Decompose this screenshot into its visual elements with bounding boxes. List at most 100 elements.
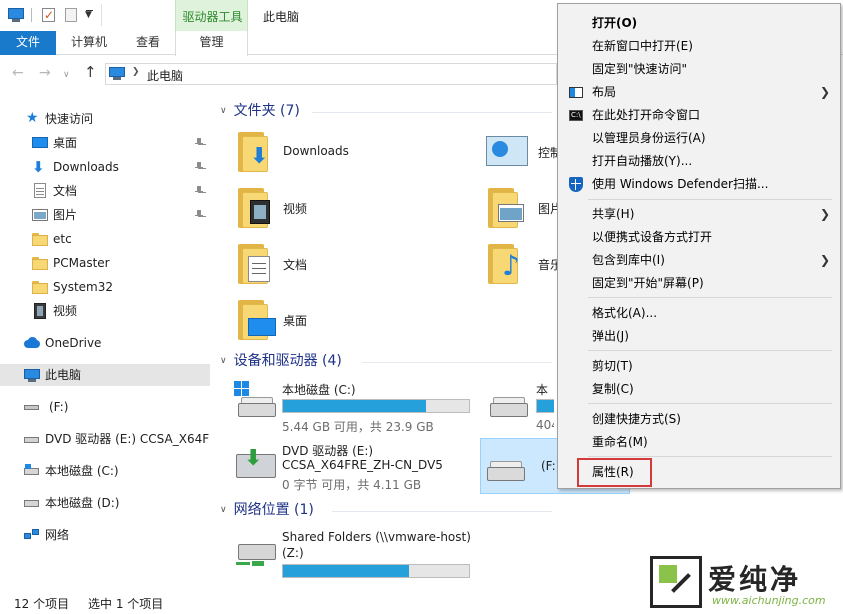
menu-open-portable-device[interactable]: 以便携式设备方式打开 bbox=[560, 226, 838, 249]
drive-label: (Z:) bbox=[282, 546, 304, 560]
folder-name: 视频 bbox=[283, 202, 308, 216]
folder-tile-videos[interactable]: 视频 bbox=[236, 182, 436, 236]
menu-open-autoplay[interactable]: 打开自动播放(Y)... bbox=[560, 150, 838, 173]
picture-icon bbox=[32, 207, 48, 223]
address-bar[interactable]: ❯ 此电脑 bbox=[105, 63, 557, 85]
breadcrumb-chevron-icon[interactable]: ❯ bbox=[132, 67, 140, 77]
menu-create-shortcut[interactable]: 创建快捷方式(S) bbox=[560, 408, 838, 431]
pin-icon[interactable] bbox=[194, 162, 204, 172]
drive-usage-bar bbox=[536, 399, 554, 413]
tab-manage[interactable]: 管理 bbox=[175, 31, 248, 56]
star-icon: ★ bbox=[26, 110, 39, 126]
nav-label: 本地磁盘 (D:) bbox=[45, 496, 120, 510]
tab-computer[interactable]: 计算机 bbox=[57, 31, 121, 55]
command-prompt-icon: C:\ bbox=[568, 108, 584, 123]
menu-layout[interactable]: 布局 ❯ bbox=[560, 81, 838, 104]
watermark-logo-icon bbox=[650, 556, 702, 608]
chevron-down-icon[interactable]: ∨ bbox=[220, 351, 227, 371]
nav-label: 图片 bbox=[53, 208, 78, 222]
menu-eject[interactable]: 弹出(J) bbox=[560, 325, 838, 348]
back-arrow-icon[interactable]: ← bbox=[12, 66, 24, 80]
menu-include-library[interactable]: 包含到库中(I) ❯ bbox=[560, 249, 838, 272]
folder-tile-music[interactable]: ♪ 音乐 bbox=[486, 238, 562, 292]
nav-documents[interactable]: 文档 bbox=[0, 180, 210, 202]
nav-desktop[interactable]: 桌面 bbox=[0, 132, 210, 154]
forward-arrow-icon[interactable]: → bbox=[39, 66, 51, 80]
folder-tile-documents[interactable]: 文档 bbox=[236, 238, 436, 292]
menu-cut[interactable]: 剪切(T) bbox=[560, 355, 838, 378]
menu-label: 包含到库中(I) bbox=[592, 253, 665, 267]
toolbar-divider bbox=[101, 4, 102, 26]
menu-pin-quick-access[interactable]: 固定到"快速访问" bbox=[560, 58, 838, 81]
menu-open-command-window[interactable]: C:\ 在此处打开命令窗口 bbox=[560, 104, 838, 127]
nav-label: OneDrive bbox=[45, 336, 102, 350]
pin-icon[interactable] bbox=[194, 138, 204, 148]
nav-pictures[interactable]: 图片 bbox=[0, 204, 210, 226]
chevron-down-icon[interactable]: ∨ bbox=[220, 500, 227, 520]
nav-this-pc[interactable]: 此电脑 bbox=[0, 364, 210, 386]
nav-drive-c[interactable]: 本地磁盘 (C:) bbox=[0, 460, 210, 482]
this-pc-icon[interactable] bbox=[8, 7, 24, 23]
menu-share[interactable]: 共享(H) ❯ bbox=[560, 203, 838, 226]
menu-rename[interactable]: 重命名(M) bbox=[560, 431, 838, 454]
video-icon bbox=[32, 303, 48, 319]
nav-videos[interactable]: 视频 bbox=[0, 300, 210, 322]
drive-name: Shared Folders (\\vmware-host) bbox=[282, 530, 471, 544]
menu-defender-scan[interactable]: 使用 Windows Defender扫描... bbox=[560, 173, 838, 196]
tab-file[interactable]: 文件 bbox=[0, 31, 56, 55]
nav-drive-d[interactable]: 本地磁盘 (D:) bbox=[0, 492, 210, 514]
nav-network[interactable]: 网络 bbox=[0, 524, 210, 546]
videos-folder-icon bbox=[236, 182, 284, 230]
chevron-down-icon[interactable]: ∨ bbox=[220, 101, 227, 121]
nav-drive-e[interactable]: DVD 驱动器 (E:) CCSA_X64FR bbox=[0, 428, 210, 450]
dvd-drive-icon: ⬇ bbox=[232, 440, 280, 488]
folder-name: Downloads bbox=[283, 144, 349, 158]
folder-tile-downloads[interactable]: ⬇ Downloads bbox=[236, 126, 436, 180]
folder-tile-pictures[interactable]: 图片 bbox=[486, 182, 562, 236]
watermark: 爱纯净 www.aichunjing.com bbox=[650, 556, 840, 608]
drive-icon bbox=[481, 443, 529, 491]
drive-name: 本地磁盘 (C:) bbox=[282, 383, 356, 397]
drive-tile-d[interactable]: 本 404 bbox=[484, 379, 554, 435]
nav-onedrive[interactable]: OneDrive bbox=[0, 332, 210, 354]
breadcrumb-this-pc[interactable]: 此电脑 bbox=[147, 67, 183, 84]
customize-toolbar-chevron-icon[interactable]: ▼ bbox=[85, 10, 95, 20]
layout-icon bbox=[568, 85, 584, 100]
group-header-devices[interactable]: ∨ 设备和驱动器 (4) bbox=[220, 351, 342, 371]
nav-label: System32 bbox=[53, 280, 114, 294]
drive-usage-bar bbox=[282, 564, 470, 578]
menu-open[interactable]: 打开(O) bbox=[560, 12, 838, 35]
drive-tile-e[interactable]: ⬇ DVD 驱动器 (E:) CCSA_X64FRE_ZH-CN_DV5 0 字… bbox=[232, 440, 472, 496]
menu-pin-start[interactable]: 固定到"开始"屏幕(P) bbox=[560, 272, 838, 295]
menu-copy[interactable]: 复制(C) bbox=[560, 378, 838, 401]
tab-view[interactable]: 查看 bbox=[121, 31, 175, 55]
menu-label: 剪切(T) bbox=[592, 359, 633, 373]
up-arrow-icon[interactable]: ↑ bbox=[84, 65, 97, 80]
pin-icon[interactable] bbox=[194, 186, 204, 196]
folder-tile-desktop[interactable]: 桌面 bbox=[236, 294, 436, 348]
nav-quick-access[interactable]: ★ 快速访问 bbox=[0, 108, 210, 130]
menu-separator bbox=[588, 456, 832, 457]
group-header-network[interactable]: ∨ 网络位置 (1) bbox=[220, 500, 314, 520]
folder-tile-control[interactable]: 控制 bbox=[486, 126, 562, 180]
properties-icon[interactable]: ✓ bbox=[41, 7, 57, 23]
recent-locations-chevron-icon[interactable]: ∨ bbox=[63, 68, 70, 82]
navigation-pane: ★ 快速访问 桌面 ⬇ Downloads 文档 图片 etc PCMaster… bbox=[0, 96, 210, 588]
menu-label: 固定到"开始"屏幕(P) bbox=[592, 276, 704, 290]
nav-downloads[interactable]: ⬇ Downloads bbox=[0, 156, 210, 178]
nav-drive-f[interactable]: (F:) bbox=[0, 396, 210, 418]
pin-icon[interactable] bbox=[194, 210, 204, 220]
nav-system32[interactable]: System32 bbox=[0, 276, 210, 298]
menu-format[interactable]: 格式化(A)... bbox=[560, 302, 838, 325]
new-folder-icon[interactable] bbox=[64, 7, 80, 23]
menu-open-new-window[interactable]: 在新窗口中打开(E) bbox=[560, 35, 838, 58]
group-header-folders[interactable]: ∨ 文件夹 (7) bbox=[220, 101, 300, 121]
network-drive-tile-z[interactable]: Shared Folders (\\vmware-host) (Z:) bbox=[232, 528, 492, 584]
drive-tile-c[interactable]: 本地磁盘 (C:) 5.44 GB 可用，共 23.9 GB bbox=[232, 379, 472, 435]
nav-etc[interactable]: etc bbox=[0, 228, 210, 250]
nav-pcmaster[interactable]: PCMaster bbox=[0, 252, 210, 274]
menu-label: 以便携式设备方式打开 bbox=[592, 230, 713, 244]
nav-label: PCMaster bbox=[53, 256, 110, 270]
menu-run-as-admin[interactable]: 以管理员身份运行(A) bbox=[560, 127, 838, 150]
network-icon bbox=[24, 527, 40, 543]
